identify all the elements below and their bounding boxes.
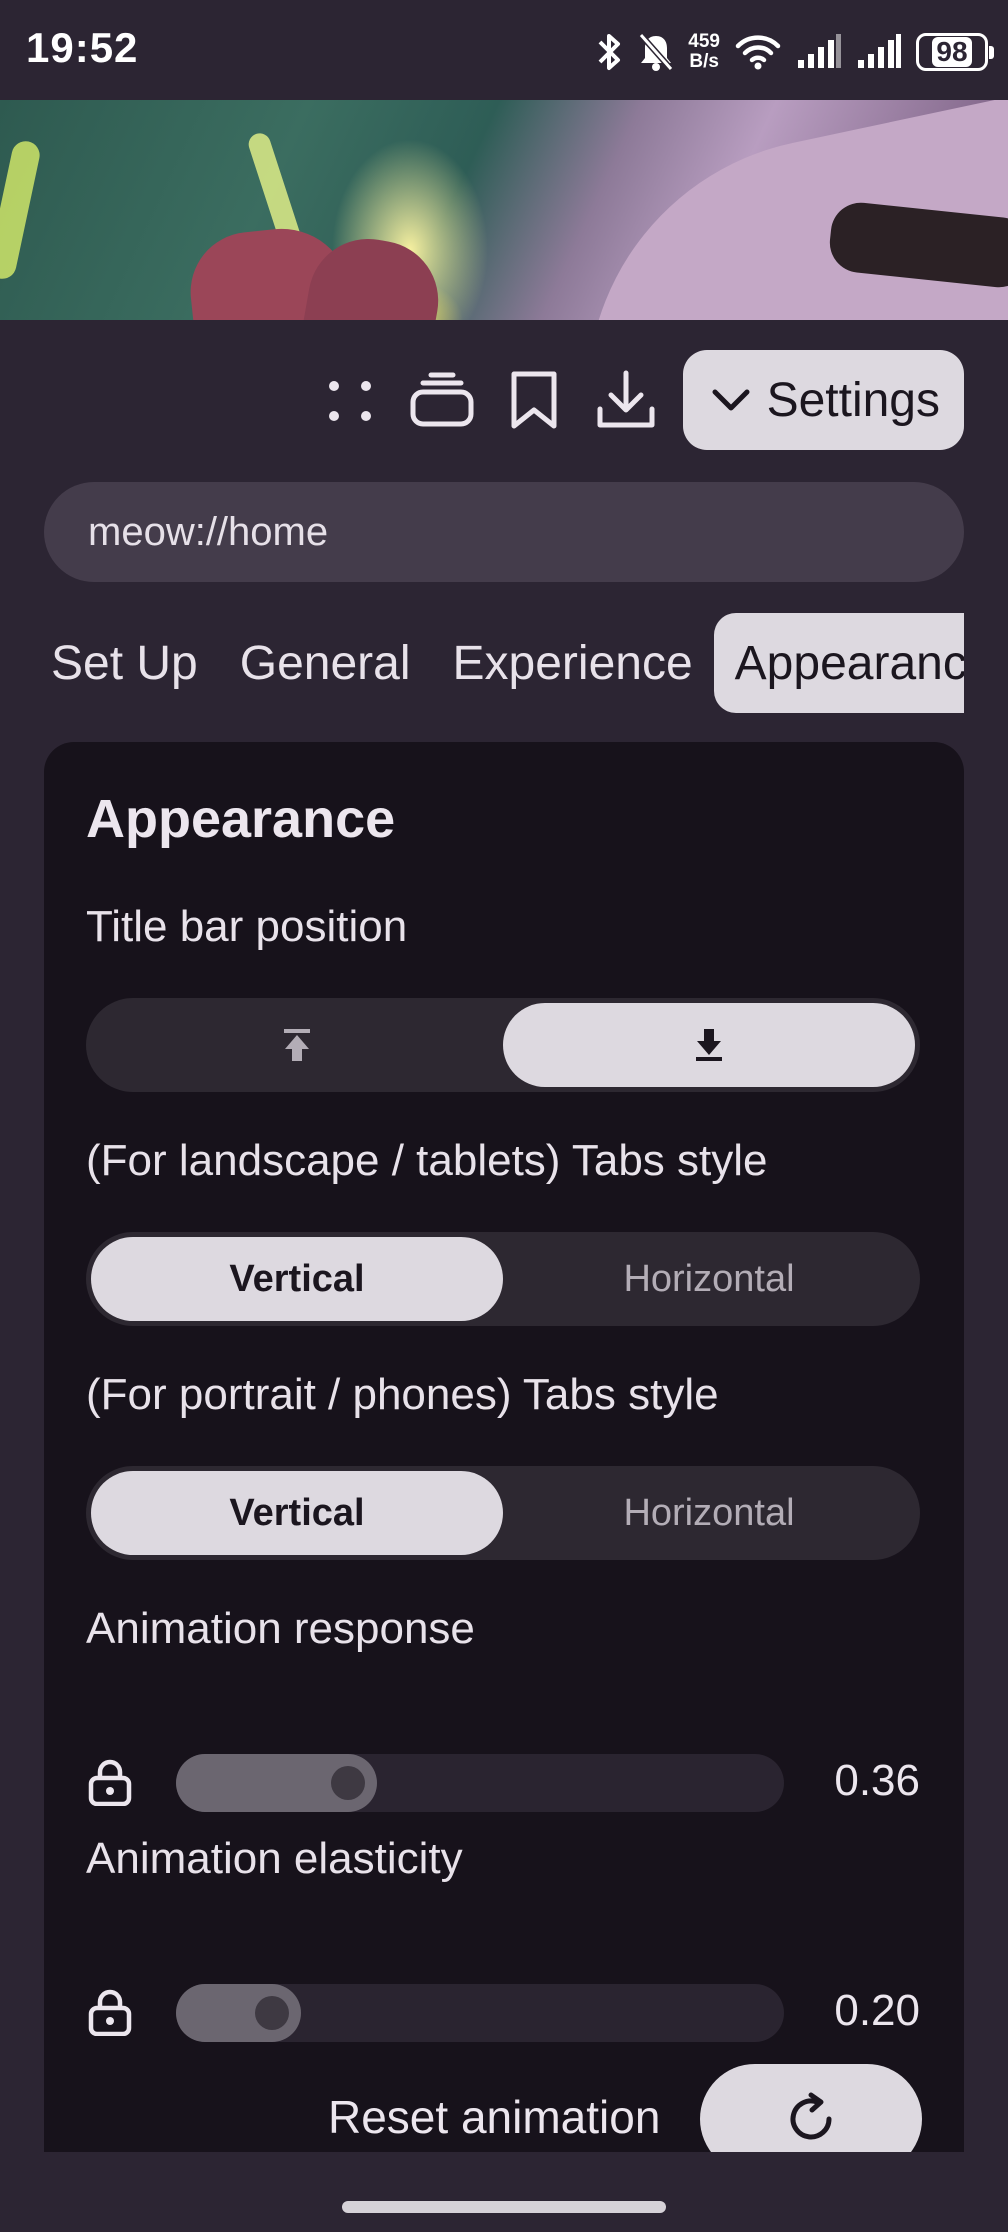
status-time: 19:52 <box>26 24 139 71</box>
settings-tabs: Set Up General Experience Appearance <box>44 612 964 714</box>
reset-animation-button[interactable] <box>700 2064 922 2152</box>
animation-response-label: Animation response <box>86 1604 475 1653</box>
landscape-vertical-option[interactable]: Vertical <box>91 1237 503 1321</box>
portrait-horizontal-option[interactable]: Horizontal <box>503 1471 915 1555</box>
portrait-vertical-option[interactable]: Vertical <box>91 1471 503 1555</box>
url-bar[interactable]: meow://home <box>44 482 964 582</box>
signal-icon <box>858 34 901 68</box>
slider-thumb[interactable] <box>331 1766 365 1800</box>
status-bar: 19:52 459 B/s 98 <box>0 0 1008 100</box>
battery-level: 98 <box>932 37 972 67</box>
bluetooth-icon <box>598 34 621 70</box>
slider-thumb[interactable] <box>255 1996 289 2030</box>
tabs-icon[interactable] <box>407 365 477 435</box>
network-speed: 459 B/s <box>688 32 720 72</box>
settings-button-label: Settings <box>766 373 940 427</box>
wifi-icon <box>735 35 781 70</box>
animation-elasticity-label: Animation elasticity <box>86 1834 463 1883</box>
network-speed-value: 459 <box>688 31 720 52</box>
chevron-down-icon <box>712 389 750 411</box>
title-bar-position-toggle <box>86 998 920 1092</box>
animation-elasticity-slider[interactable] <box>176 1984 784 2042</box>
tab-appearance[interactable]: Appearance <box>713 613 964 713</box>
animation-response-slider[interactable] <box>176 1754 784 1812</box>
home-gesture-handle[interactable] <box>342 2201 666 2213</box>
settings-button[interactable]: Settings <box>682 350 964 450</box>
title-bar-bottom-option[interactable] <box>503 1003 915 1087</box>
landscape-tabs-style-label: (For landscape / tablets) Tabs style <box>86 1136 768 1185</box>
appearance-panel: Appearance Title bar position (For lands… <box>44 742 964 2152</box>
landscape-tabs-style-toggle: Vertical Horizontal <box>86 1232 920 1326</box>
lock-icon[interactable] <box>86 1988 134 2036</box>
panel-title: Appearance <box>86 789 396 849</box>
portrait-tabs-style-label: (For portrait / phones) Tabs style <box>86 1370 719 1419</box>
battery-icon: 98 <box>916 33 994 71</box>
mute-icon <box>639 33 674 71</box>
status-icons: 459 B/s 98 <box>596 26 994 78</box>
portrait-tabs-style-toggle: Vertical Horizontal <box>86 1466 920 1560</box>
animation-response-row: 0.36 <box>86 1746 920 1816</box>
title-bar-position-label: Title bar position <box>86 902 408 951</box>
url-text: meow://home <box>88 509 329 554</box>
signal-icon <box>798 34 841 68</box>
title-bar-top-option[interactable] <box>91 1003 503 1087</box>
arrow-to-bottom-icon <box>696 1029 722 1061</box>
refresh-icon <box>790 2092 832 2140</box>
lock-icon[interactable] <box>86 1758 134 1806</box>
header-artwork <box>0 100 1008 320</box>
tab-general[interactable]: General <box>219 613 432 713</box>
animation-elasticity-row: 0.20 <box>86 1976 920 2046</box>
toolbar: Settings <box>315 350 964 450</box>
landscape-horizontal-option[interactable]: Horizontal <box>503 1237 915 1321</box>
arrow-to-top-icon <box>284 1029 310 1061</box>
network-speed-unit: B/s <box>689 51 719 72</box>
tab-set-up[interactable]: Set Up <box>44 613 219 713</box>
tab-experience[interactable]: Experience <box>432 613 714 713</box>
download-icon[interactable] <box>591 365 661 435</box>
more-icon[interactable] <box>315 365 385 435</box>
animation-elasticity-value: 0.20 <box>834 1986 920 2035</box>
animation-response-value: 0.36 <box>834 1756 920 1805</box>
navigation-bar <box>0 2152 1008 2232</box>
bookmark-icon[interactable] <box>499 365 569 435</box>
reset-animation-label: Reset animation <box>328 2091 661 2143</box>
